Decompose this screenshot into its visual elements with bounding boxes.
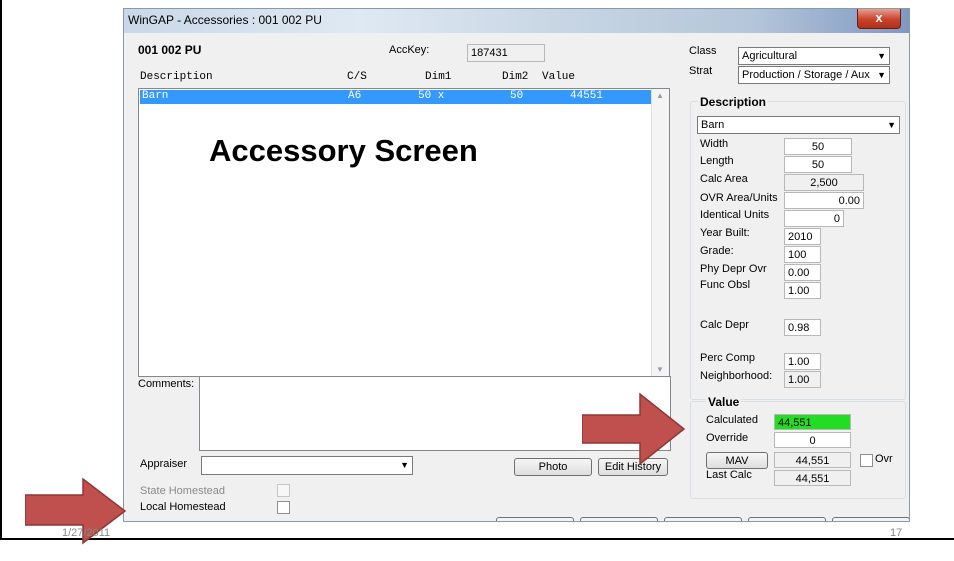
func-obsl-field[interactable]: 1.00: [784, 282, 821, 299]
calc-depr-field: 0.98: [784, 319, 821, 336]
column-value[interactable]: Value: [542, 71, 575, 83]
slide-bottom-border: [0, 538, 954, 540]
overlay-title: Accessory Screen: [209, 133, 478, 168]
neighborhood-label: Neighborhood:: [700, 370, 773, 382]
chevron-down-icon: ▼: [877, 51, 886, 61]
grade-field[interactable]: 100: [784, 246, 821, 263]
row-value: 44551: [570, 90, 604, 102]
acckey-label: AccKey:: [389, 44, 430, 56]
row-dim2: 50: [510, 90, 524, 102]
close-icon: x: [875, 10, 883, 25]
comments-label: Comments:: [138, 378, 195, 390]
mav-button[interactable]: MAV: [706, 452, 768, 469]
year-built-label: Year Built:: [700, 227, 750, 239]
state-homestead-label: State Homestead: [140, 485, 225, 497]
class-select[interactable]: Agricultural ▼: [738, 47, 890, 65]
state-homestead-checkbox[interactable]: [277, 484, 290, 497]
description-heading: Description: [698, 95, 769, 109]
override-label: Override: [706, 432, 749, 444]
strat-value: Production / Storage / Aux: [742, 69, 870, 81]
value-heading: Value: [706, 395, 742, 409]
calc-area-field: 2,500: [784, 174, 864, 191]
appraiser-label: Appraiser: [140, 458, 188, 470]
slide-page-number: 17: [890, 527, 903, 539]
title-bar[interactable]: WinGAP - Accessories : 001 002 PU x: [124, 9, 909, 33]
row-cs: A6: [348, 90, 362, 102]
calculated-field: 44,551: [774, 414, 851, 430]
column-dim1[interactable]: Dim1: [425, 71, 451, 83]
length-label: Length: [700, 155, 734, 167]
slide-left-border: [0, 0, 2, 540]
local-homestead-label: Local Homestead: [140, 501, 226, 513]
photo-button[interactable]: Photo: [514, 458, 592, 476]
accessories-window: WinGAP - Accessories : 001 002 PU x 001 …: [123, 8, 910, 522]
neighborhood-field: 1.00: [784, 371, 821, 388]
phy-depr-field[interactable]: 0.00: [784, 264, 821, 281]
class-label: Class: [689, 45, 717, 57]
ovr-area-field[interactable]: 0.00: [784, 192, 864, 209]
class-value: Agricultural: [742, 50, 798, 62]
column-cs[interactable]: C/S: [347, 71, 367, 83]
row-dim1: 50 x: [418, 90, 445, 102]
column-description[interactable]: Description: [140, 71, 213, 83]
calculated-label: Calculated: [706, 414, 758, 426]
column-dim2[interactable]: Dim2: [502, 71, 528, 83]
chevron-down-icon: ▼: [400, 460, 409, 470]
perc-comp-label: Perc Comp: [700, 352, 756, 364]
annotation-arrow-value: [582, 392, 686, 466]
bottom-button-5[interactable]: [832, 517, 909, 521]
identical-units-label: Identical Units: [700, 209, 770, 221]
length-field[interactable]: 50: [784, 156, 852, 173]
description-type-value: Barn: [701, 119, 725, 131]
identical-units-field[interactable]: 0: [784, 210, 844, 227]
bottom-button-1[interactable]: [496, 517, 574, 521]
func-obsl-label: Func Obsl: [700, 279, 751, 291]
last-calc-field: 44,551: [774, 470, 851, 486]
scroll-up-icon[interactable]: ▲: [656, 91, 664, 100]
width-label: Width: [700, 138, 729, 150]
row-description: Barn: [142, 90, 169, 102]
local-homestead-checkbox[interactable]: [277, 501, 290, 514]
ovr-area-label: OVR Area/Units: [700, 192, 778, 204]
last-calc-label: Last Calc: [706, 469, 752, 481]
strat-select[interactable]: Production / Storage / Aux ▼: [738, 66, 890, 84]
mav-value-field: 44,551: [774, 452, 851, 468]
close-button[interactable]: x: [857, 9, 901, 29]
slide-date: 1/27/2011: [62, 527, 111, 539]
ovr-label: Ovr: [875, 453, 893, 465]
override-field[interactable]: 0: [774, 432, 851, 448]
chevron-down-icon: ▼: [887, 120, 896, 130]
parcel-label: 001 002 PU: [138, 43, 202, 57]
table-row[interactable]: Barn A6 50 x 50 44551: [140, 90, 652, 104]
bottom-button-4[interactable]: [748, 517, 826, 521]
year-built-field[interactable]: 2010: [784, 228, 821, 245]
calc-area-label: Calc Area: [700, 173, 748, 185]
ovr-checkbox[interactable]: [860, 454, 873, 467]
calc-depr-label: Calc Depr: [700, 319, 749, 331]
list-header: Description C/S Dim1 Dim2 Value: [140, 71, 660, 85]
window-title: WinGAP - Accessories : 001 002 PU: [128, 13, 322, 27]
strat-label: Strat: [689, 65, 713, 77]
bottom-button-3[interactable]: [664, 517, 742, 521]
grade-label: Grade:: [700, 245, 734, 257]
accessory-list[interactable]: Barn A6 50 x 50 44551 ▲ ▼: [138, 88, 670, 377]
description-type-select[interactable]: Barn ▼: [697, 116, 900, 134]
bottom-button-2[interactable]: [580, 517, 658, 521]
perc-comp-field[interactable]: 1.00: [784, 353, 821, 370]
acckey-field: 187431: [467, 44, 545, 62]
appraiser-select[interactable]: ▼: [201, 456, 413, 475]
chevron-down-icon: ▼: [877, 70, 886, 80]
phy-depr-label: Phy Depr Ovr: [700, 263, 767, 275]
list-scrollbar[interactable]: ▲ ▼: [651, 89, 669, 376]
width-field[interactable]: 50: [784, 138, 852, 155]
scroll-down-icon[interactable]: ▼: [656, 365, 664, 374]
